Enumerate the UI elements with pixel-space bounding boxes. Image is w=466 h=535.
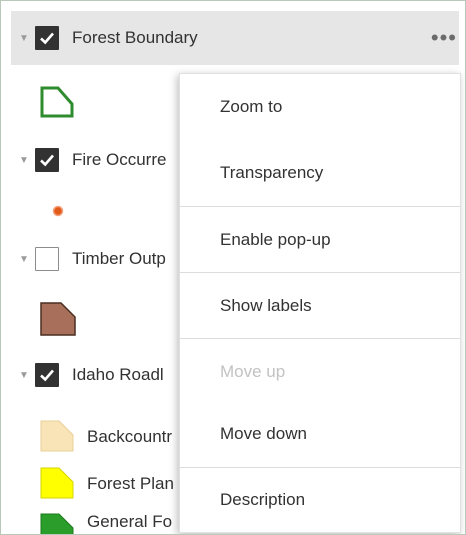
roadless-backcountry-legend-icon bbox=[40, 420, 74, 452]
layer-visibility-checkbox[interactable] bbox=[35, 26, 59, 50]
menu-item-label: Description bbox=[220, 490, 306, 509]
menu-item-description[interactable]: Description bbox=[180, 467, 460, 533]
layer-visibility-checkbox[interactable] bbox=[35, 247, 59, 271]
legend-item-label: General Fo bbox=[87, 512, 173, 531]
layer-options-menu: Zoom to Transparency Enable pop-up Show … bbox=[179, 73, 461, 533]
caret-down-icon[interactable]: ▼ bbox=[17, 370, 31, 381]
menu-item-enable-popup[interactable]: Enable pop-up bbox=[180, 207, 460, 273]
menu-item-label: Transparency bbox=[220, 163, 324, 182]
layer-row-fire-occurrence[interactable]: ▼ Fire Occurre bbox=[11, 133, 166, 187]
layer-list-panel: ▼ Forest Boundary ••• ▼ Fire Occurre ▼ T… bbox=[0, 0, 466, 535]
layer-title: Forest Boundary bbox=[72, 28, 198, 47]
polygon-outline-legend-icon bbox=[40, 86, 74, 118]
point-legend-icon bbox=[52, 205, 64, 217]
menu-item-show-labels[interactable]: Show labels bbox=[180, 273, 460, 339]
caret-down-icon[interactable]: ▼ bbox=[17, 33, 31, 44]
menu-item-label: Enable pop-up bbox=[220, 230, 331, 249]
polygon-fill-legend-icon bbox=[40, 302, 76, 336]
menu-item-move-down[interactable]: Move down bbox=[180, 401, 460, 467]
layer-title: Timber Outp bbox=[72, 249, 166, 268]
menu-item-label: Move down bbox=[220, 424, 307, 443]
menu-item-label: Show labels bbox=[220, 296, 312, 315]
layer-title: Fire Occurre bbox=[72, 150, 167, 169]
ellipsis-icon[interactable]: ••• bbox=[431, 27, 457, 49]
menu-item-label: Zoom to bbox=[220, 97, 283, 116]
menu-item-label: Move up bbox=[220, 362, 286, 381]
roadless-forest-plan-legend-icon bbox=[40, 467, 74, 499]
layer-title: Idaho Roadl bbox=[72, 365, 164, 384]
menu-item-transparency[interactable]: Transparency bbox=[180, 140, 460, 206]
legend-item-label: Forest Plan bbox=[87, 474, 174, 493]
layer-visibility-checkbox[interactable] bbox=[35, 363, 59, 387]
layer-row-timber-output[interactable]: ▼ Timber Outp bbox=[11, 232, 166, 286]
layer-row-forest-boundary[interactable]: ▼ Forest Boundary ••• bbox=[11, 11, 459, 65]
roadless-general-forest-legend-icon bbox=[40, 513, 74, 534]
caret-down-icon[interactable]: ▼ bbox=[17, 254, 31, 265]
caret-down-icon[interactable]: ▼ bbox=[17, 155, 31, 166]
menu-item-move-up: Move up bbox=[180, 339, 460, 405]
layer-visibility-checkbox[interactable] bbox=[35, 148, 59, 172]
menu-item-zoom-to[interactable]: Zoom to bbox=[180, 74, 460, 140]
legend-item-label: Backcountr bbox=[87, 427, 173, 446]
layer-row-idaho-roadless[interactable]: ▼ Idaho Roadl bbox=[11, 348, 164, 402]
